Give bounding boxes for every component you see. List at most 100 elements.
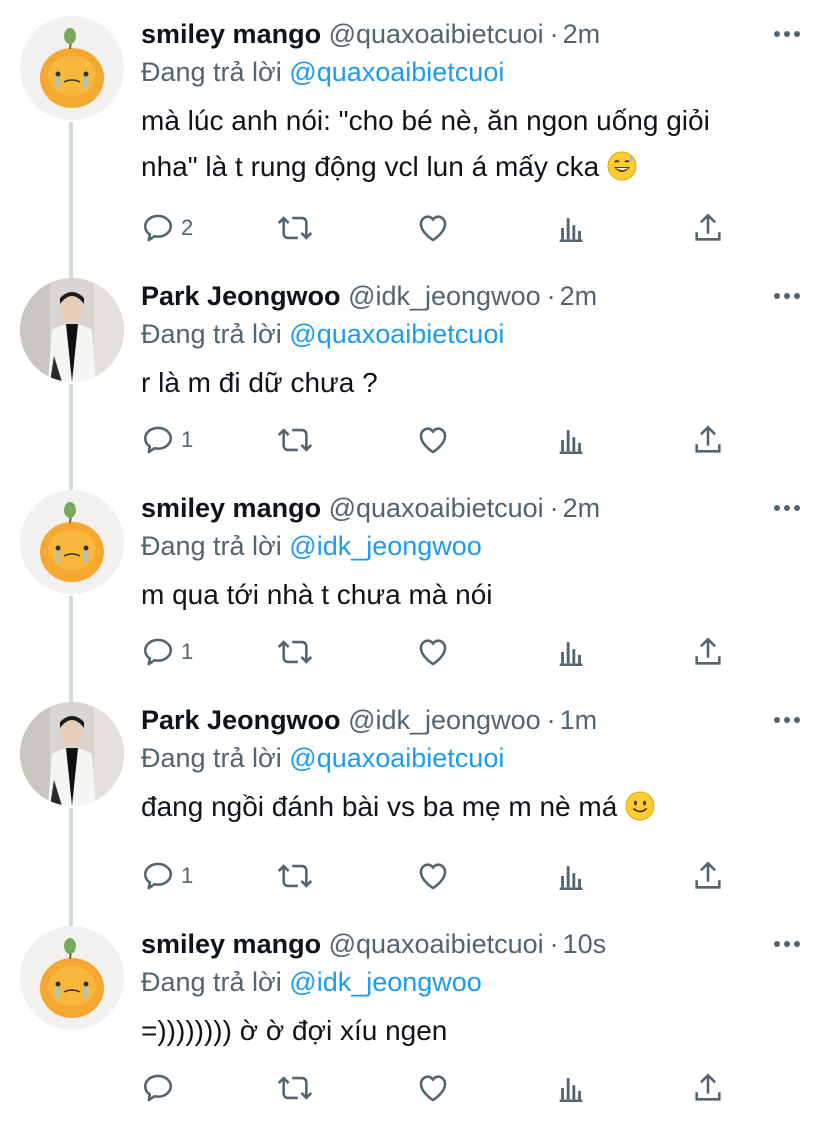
tweet[interactable]: smiley mango @quaxoaibietcuoi · 2m Đang tr… [0, 0, 828, 243]
like-icon [419, 427, 447, 454]
reply-context: Đang trả lời @quaxoaibietcuoi [141, 52, 504, 92]
reply-icon [143, 426, 173, 454]
handle[interactable]: @quaxoaibietcuoi [329, 929, 544, 959]
analytics-icon [559, 866, 583, 891]
analytics-button[interactable] [554, 208, 588, 248]
separator: · [549, 493, 559, 523]
timestamp[interactable]: 10s [563, 929, 607, 959]
reply-context: Đang trả lời @idk_jeongwoo [141, 962, 482, 1002]
reply-count: 1 [181, 863, 194, 888]
like-button[interactable] [416, 632, 450, 672]
reply-prefix: Đang trả lời [141, 531, 282, 561]
like-icon [419, 863, 447, 890]
display-name[interactable]: Park Jeongwoo [141, 281, 341, 311]
timestamp[interactable]: 2m [563, 493, 601, 523]
retweet-icon [277, 216, 313, 240]
action-bar: 2 [141, 208, 741, 248]
reply-icon [143, 1074, 173, 1102]
like-icon [419, 639, 447, 666]
tweet[interactable]: smiley mango @quaxoaibietcuoi · 2m Đang tr… [0, 474, 828, 686]
mango-avatar-icon [20, 490, 124, 594]
display-name[interactable]: smiley mango [141, 493, 321, 523]
avatar[interactable] [20, 278, 124, 382]
reply-icon [143, 862, 173, 890]
reply-button[interactable]: 1 [141, 856, 193, 896]
analytics-button[interactable] [554, 1068, 588, 1108]
more-icon[interactable] [774, 30, 800, 38]
share-button[interactable] [691, 420, 725, 460]
tweet[interactable]: Park Jeongwoo @idk_jeongwoo · 1m Đang trả … [0, 686, 828, 898]
retweet-icon [277, 1076, 313, 1100]
handle[interactable]: @quaxoaibietcuoi [329, 493, 544, 523]
reply-button[interactable]: 1 [141, 420, 193, 460]
more-icon[interactable] [774, 940, 800, 948]
reply-to-handle[interactable]: @quaxoaibietcuoi [289, 319, 504, 349]
reply-to-handle[interactable]: @idk_jeongwoo [289, 531, 482, 561]
reply-icon [143, 638, 173, 666]
handle[interactable]: @idk_jeongwoo [348, 705, 541, 735]
timestamp[interactable]: 2m [560, 281, 598, 311]
like-button[interactable] [416, 420, 450, 460]
display-name[interactable]: Park Jeongwoo [141, 705, 341, 735]
tweet-text: mà lúc anh nói: "cho bé nè, ăn ngon uống… [141, 98, 801, 190]
more-icon[interactable] [774, 292, 800, 300]
reply-context: Đang trả lời @quaxoaibietcuoi [141, 314, 504, 354]
tweet-text-line: mà lúc anh nói: "cho bé nè, ăn ngon uống… [141, 105, 710, 136]
display-name[interactable]: smiley mango [141, 929, 321, 959]
timestamp[interactable]: 1m [560, 705, 598, 735]
tweet[interactable]: Park Jeongwoo @idk_jeongwoo · 2m Đang trả … [0, 262, 828, 474]
separator: · [549, 19, 559, 49]
tweet[interactable]: smiley mango @quaxoaibietcuoi · 10s Đang t… [0, 910, 828, 1122]
share-button[interactable] [691, 1068, 725, 1108]
slightly-smiling-emoji-icon [625, 789, 655, 821]
timestamp[interactable]: 2m [563, 19, 601, 49]
retweet-button[interactable] [276, 1068, 314, 1108]
reply-context: Đang trả lời @quaxoaibietcuoi [141, 738, 504, 778]
analytics-button[interactable] [554, 420, 588, 460]
analytics-icon [559, 430, 583, 455]
retweet-button[interactable] [276, 856, 314, 896]
analytics-button[interactable] [554, 856, 588, 896]
like-button[interactable] [416, 856, 450, 896]
tweet-text: đang ngồi đánh bài vs ba mẹ m nè má [141, 784, 801, 830]
reply-count: 2 [181, 215, 194, 240]
like-button[interactable] [416, 1068, 450, 1108]
avatar[interactable] [20, 702, 124, 806]
reply-button[interactable]: 1 [141, 632, 193, 672]
mango-avatar-icon [20, 926, 124, 1030]
handle[interactable]: @idk_jeongwoo [348, 281, 541, 311]
retweet-button[interactable] [276, 420, 314, 460]
analytics-button[interactable] [554, 632, 588, 672]
reply-to-handle[interactable]: @quaxoaibietcuoi [289, 743, 504, 773]
share-icon [695, 1073, 721, 1101]
tweet-text: m qua tới nhà t chưa mà nói [141, 572, 801, 618]
avatar[interactable] [20, 926, 124, 1030]
tweet-text: =)))))))) ờ ờ đợi xíu ngen [141, 1008, 801, 1054]
share-button[interactable] [691, 208, 725, 248]
share-button[interactable] [691, 632, 725, 672]
reply-to-handle[interactable]: @quaxoaibietcuoi [289, 57, 504, 87]
reply-to-handle[interactable]: @idk_jeongwoo [289, 967, 482, 997]
display-name[interactable]: smiley mango [141, 19, 321, 49]
reply-button[interactable]: 2 [141, 208, 193, 248]
handle[interactable]: @quaxoaibietcuoi [329, 19, 544, 49]
person-photo-avatar-icon [20, 278, 124, 382]
share-button[interactable] [691, 856, 725, 896]
retweet-button[interactable] [276, 208, 314, 248]
share-icon [695, 637, 721, 665]
retweet-button[interactable] [276, 632, 314, 672]
avatar[interactable] [20, 490, 124, 594]
more-icon[interactable] [774, 716, 800, 724]
like-button[interactable] [416, 208, 450, 248]
retweet-icon [277, 864, 313, 888]
retweet-icon [277, 640, 313, 664]
action-bar [141, 1068, 741, 1108]
reply-button[interactable] [141, 1068, 181, 1108]
more-icon[interactable] [774, 504, 800, 512]
action-bar: 1 [141, 856, 741, 896]
share-icon [695, 861, 721, 889]
share-icon [695, 213, 721, 241]
avatar[interactable] [20, 16, 124, 120]
tweet-header: smiley mango @quaxoaibietcuoi · 2m [141, 14, 600, 54]
share-icon [695, 425, 721, 453]
